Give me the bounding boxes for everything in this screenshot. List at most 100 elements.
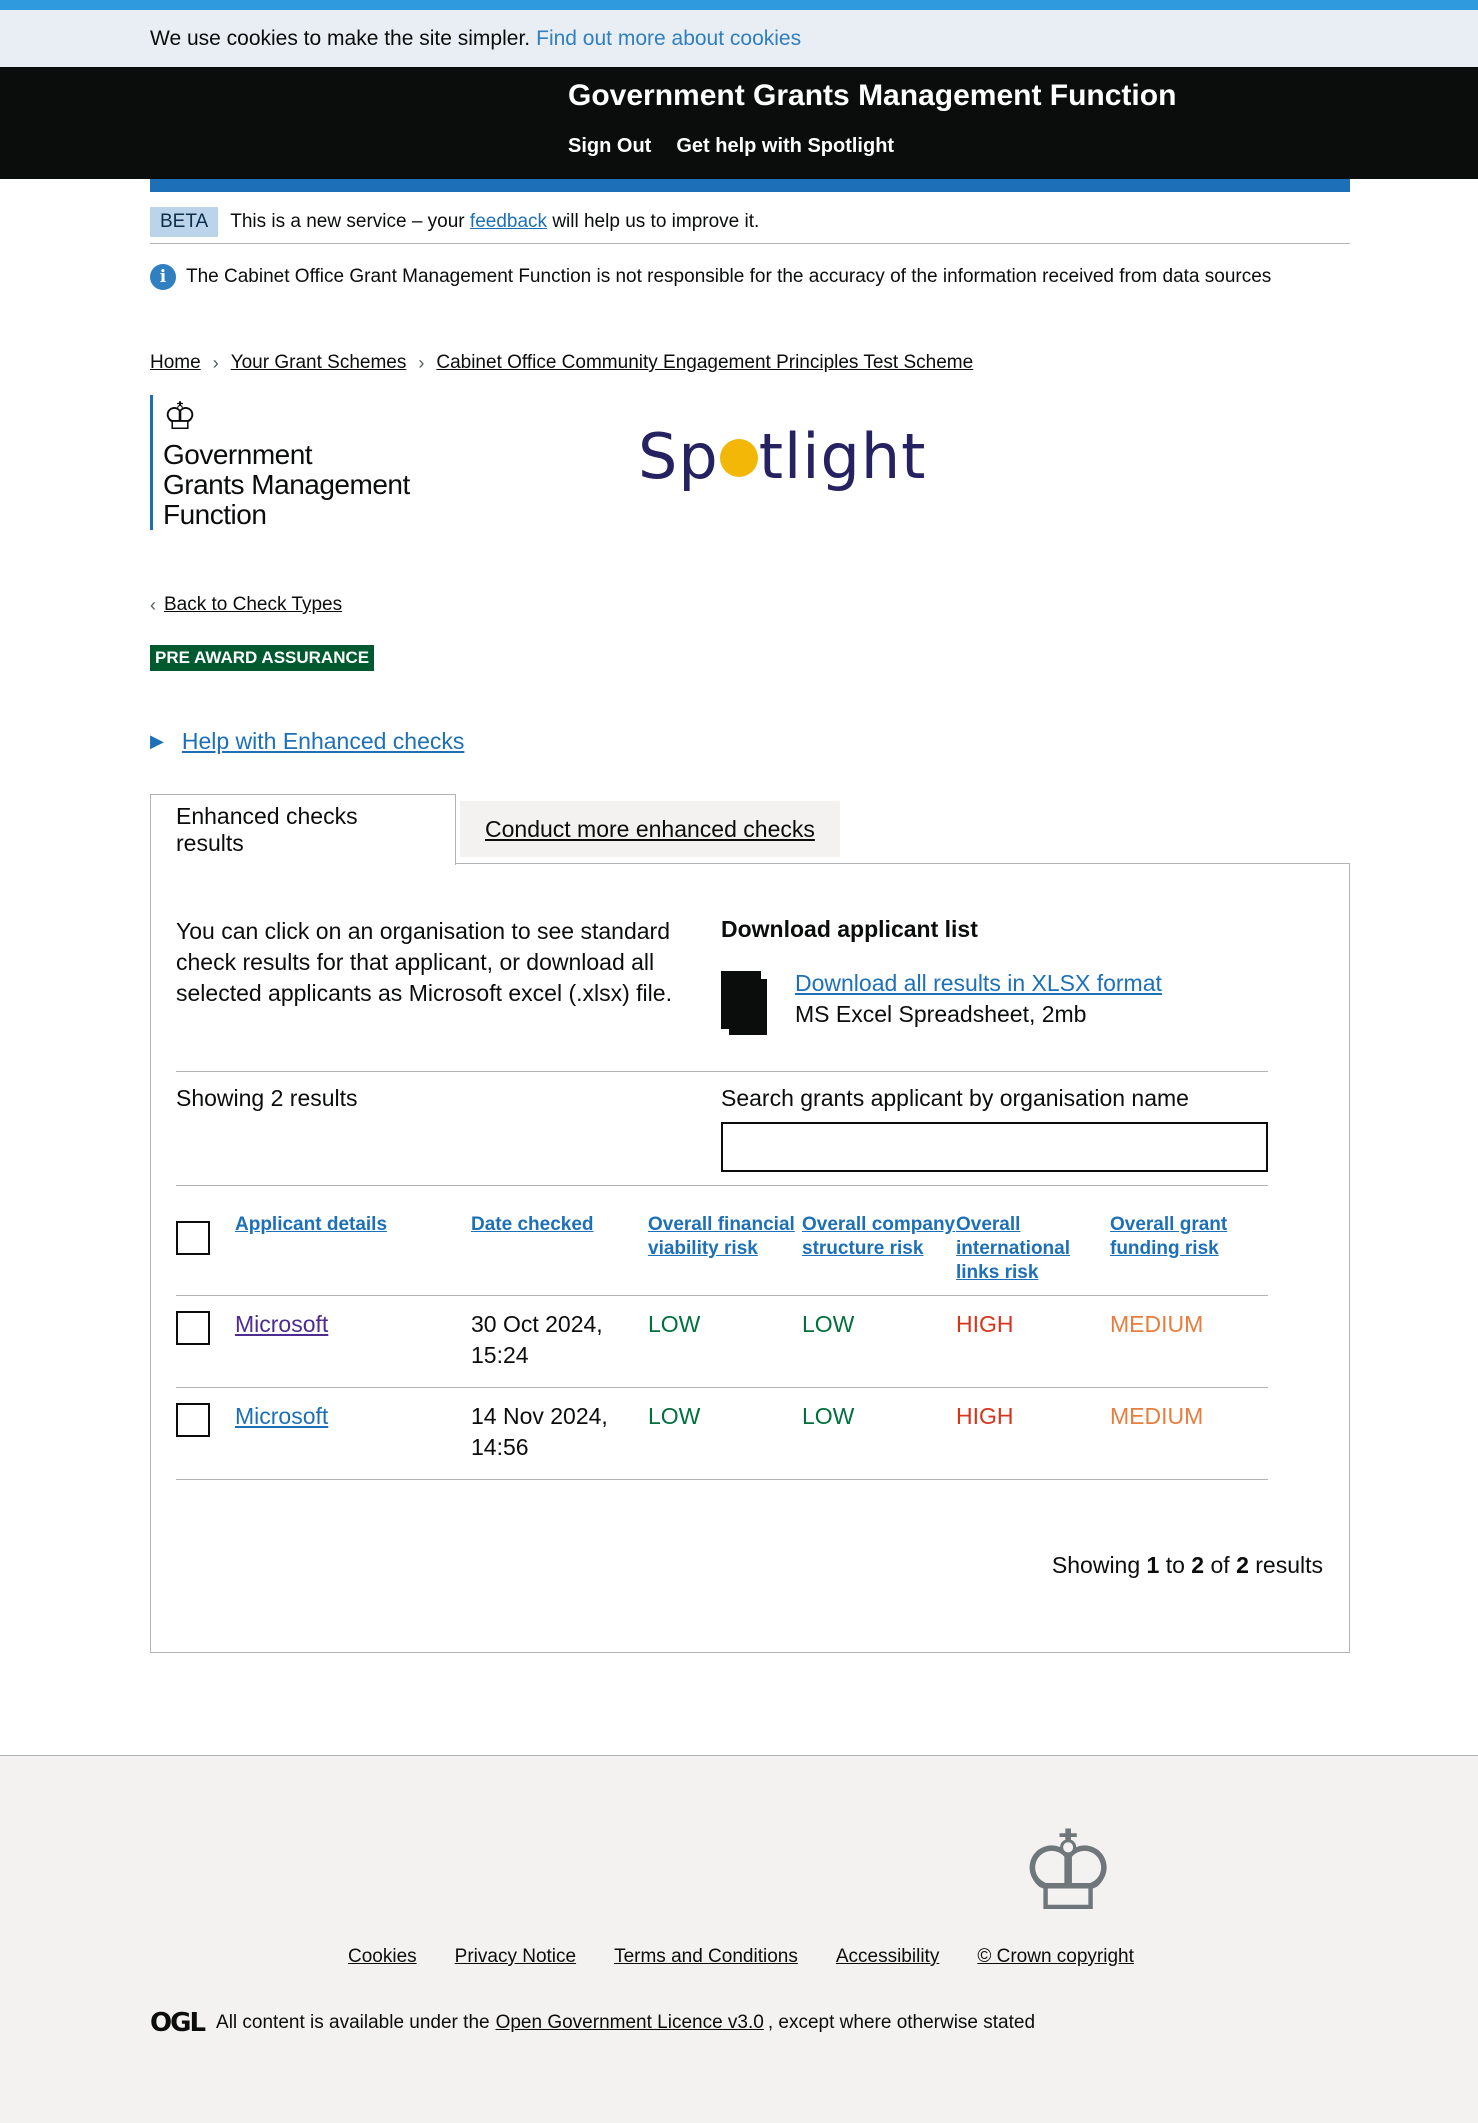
sort-financial[interactable]: Overall financial viability risk [648,1214,795,1259]
search-label: Search grants applicant by organisation … [721,1085,1189,1111]
sort-date[interactable]: Date checked [471,1214,594,1235]
table-header-row: Applicant details Date checked Overall f… [176,1209,1268,1296]
ogl-licence-link[interactable]: Open Government Licence v3.0 [496,2012,764,2034]
logo-line-2: Grants Management [163,469,410,500]
tab-conduct-more[interactable]: Conduct more enhanced checks [460,801,840,857]
help-details-summary[interactable]: Help with Enhanced checks [182,728,465,755]
assurance-tag: PRE AWARD ASSURANCE [150,645,375,671]
download-xlsx-link[interactable]: Download all results in XLSX format [795,970,1162,997]
back-link[interactable]: ‹ Back to Check Types [150,594,1350,616]
top-stripe [0,0,1478,10]
date-cell: 30 Oct 2024, 15:24 [471,1295,648,1388]
col-date: Date checked [471,1209,648,1296]
select-all-cell [176,1209,235,1296]
sort-company[interactable]: Overall company structure risk [802,1214,955,1259]
spotlight-logo: Sp tlight [638,420,926,493]
service-name[interactable]: Government Grants Management Function [568,79,1176,113]
sign-out-link[interactable]: Sign Out [568,135,651,158]
footer-copyright-link[interactable]: © Crown copyright [977,1946,1134,1968]
results-count: Showing 2 results [176,1085,358,1111]
tabs: Enhanced checks results Conduct more enh… [150,794,1350,865]
chevron-right-icon: › [418,352,425,373]
sort-international[interactable]: Overall international links risk [956,1214,1070,1283]
international-risk: HIGH [956,1295,1110,1388]
company-risk: LOW [802,1387,956,1480]
logo-line-1: Government [163,439,313,470]
grant-risk: MEDIUM [1110,1295,1268,1388]
cookie-banner: We use cookies to make the site simpler.… [0,10,1478,67]
table-row: Microsoft 14 Nov 2024, 14:56 LOW LOW HIG… [176,1387,1268,1480]
phase-banner: BETA This is a new service – your feedba… [150,200,1350,244]
row-checkbox-cell [176,1387,235,1480]
breadcrumb-scheme[interactable]: Cabinet Office Community Engagement Prin… [436,352,973,374]
header-nav: Sign Out Get help with Spotlight [568,135,894,158]
company-risk: LOW [802,1295,956,1388]
search-input[interactable] [721,1122,1268,1172]
document-icon [721,971,767,1035]
licence-text-after: , except where otherwise stated [767,2012,1036,2033]
divider [176,1071,1268,1072]
footer-links: Cookies Privacy Notice Terms and Conditi… [348,1946,1134,1968]
licence-statement: OGL All content is available under the O… [150,2008,1035,2038]
logo-line-3: Function [163,499,267,530]
cookie-link[interactable]: Find out more about cookies [536,27,801,51]
pagination-from: 1 [1146,1552,1160,1578]
footer-accessibility-link[interactable]: Accessibility [836,1946,939,1968]
row-checkbox-cell [176,1295,235,1388]
org-link[interactable]: Microsoft [235,1311,328,1337]
sort-grant[interactable]: Overall grant funding risk [1110,1214,1227,1259]
pagination-of-word: of [1210,1552,1230,1578]
footer-terms-link[interactable]: Terms and Conditions [614,1946,798,1968]
table-row: Microsoft 30 Oct 2024, 15:24 LOW LOW HIG… [176,1295,1268,1388]
footer-privacy-link[interactable]: Privacy Notice [455,1946,576,1968]
row-checkbox[interactable] [176,1403,210,1437]
pagination-results-word: results [1255,1552,1323,1578]
info-text: The Cabinet Office Grant Management Func… [186,266,1272,287]
international-risk: HIGH [956,1387,1110,1480]
results-panel: You can click on an organisation to see … [150,863,1350,1653]
feedback-link[interactable]: feedback [470,211,547,233]
col-grant: Overall grant funding risk [1110,1209,1268,1296]
row-checkbox[interactable] [176,1311,210,1345]
ggmf-logo: ♔ Government Grants Management Function [150,395,410,530]
back-link-text[interactable]: Back to Check Types [164,594,342,616]
download-meta: MS Excel Spreadsheet, 2mb [795,1001,1087,1027]
pagination-to-word: to [1165,1552,1185,1578]
org-link[interactable]: Microsoft [235,1403,328,1429]
spotlight-logo-part-2: tlight [758,420,927,493]
intro-text: You can click on an organisation to see … [176,918,672,1006]
col-company: Overall company structure risk [802,1209,956,1296]
spotlight-dot [719,438,758,477]
date-cell: 14 Nov 2024, 14:56 [471,1387,648,1480]
breadcrumb: Home › Your Grant Schemes › Cabinet Offi… [150,352,1350,374]
breadcrumb-grant-schemes[interactable]: Your Grant Schemes [231,352,407,374]
cookie-text: We use cookies to make the site simpler. [150,26,531,50]
tab-enhanced-results[interactable]: Enhanced checks results [150,794,456,865]
royal-coat-of-arms-icon: ♔ [1018,1807,1118,1935]
col-financial: Overall financial viability risk [648,1209,802,1296]
footer-cookies-link[interactable]: Cookies [348,1946,417,1968]
beta-text-after: will help us to improve it. [552,210,760,232]
grant-risk: MEDIUM [1110,1387,1268,1480]
header-blue-bar [150,179,1350,192]
sort-applicant[interactable]: Applicant details [235,1214,387,1235]
financial-risk: LOW [648,1295,802,1388]
beta-tag: BETA [150,206,219,237]
chevron-right-icon: › [212,352,219,373]
licence-text-before: All content is available under the [216,2012,490,2033]
pagination-total: 2 [1236,1552,1249,1578]
pagination-showing: Showing [1051,1552,1141,1578]
breadcrumb-home[interactable]: Home [150,352,201,374]
download-title: Download applicant list [721,916,978,942]
site-header: Government Grants Management Function Si… [0,67,1478,179]
help-details[interactable]: ▶ Help with Enhanced checks [150,728,1350,755]
info-icon: i [150,264,176,290]
ogl-logo-icon: OGL [150,2008,206,2038]
help-spotlight-link[interactable]: Get help with Spotlight [676,135,894,158]
org-cell: Microsoft [235,1387,471,1480]
triangle-right-icon: ▶ [150,731,164,751]
org-cell: Microsoft [235,1295,471,1388]
site-footer: ♔ Cookies Privacy Notice Terms and Condi… [0,1755,1478,2123]
select-all-checkbox[interactable] [176,1221,210,1255]
divider [176,1185,1268,1186]
